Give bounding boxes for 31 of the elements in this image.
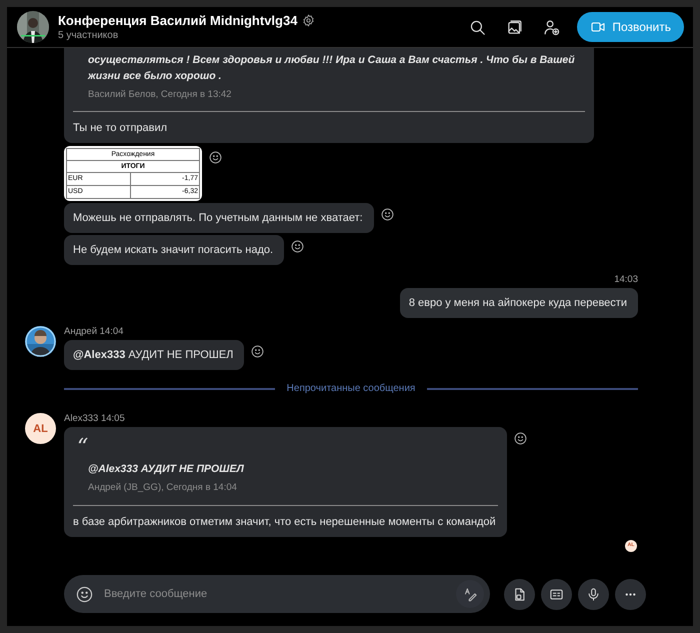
smiley-icon[interactable] (514, 432, 527, 446)
quoted-text: @Alex333 АУДИТ НЕ ПРОШЕЛ (87, 462, 245, 478)
message-text: Ты не то отправил (73, 121, 168, 136)
microphone-icon[interactable] (578, 578, 609, 610)
message-text: 8 евро у меня на айпокере куда перевести (408, 296, 628, 310)
call-button[interactable]: Позвонить (577, 12, 684, 42)
sender-and-time: Alex333 14:05 (64, 413, 126, 426)
smiley-icon[interactable] (251, 345, 264, 358)
message-text: @Alex333 АУДИТ НЕ ПРОШЕЛ (73, 348, 234, 362)
quoted-text: осуществляться ! Всем здоровья и любви !!! Ира и Саша а Вам счастья . Что бы в Вашей жизни все было хорошо . (86, 53, 576, 84)
file-icon[interactable] (504, 578, 535, 610)
smiley-icon[interactable] (380, 208, 394, 222)
unread-divider-label: Непрочитанные сообщения (286, 382, 416, 396)
quote-meta: Андрей (JB_GG), Сегодня в 14:04 (87, 481, 238, 496)
smiley-icon[interactable] (209, 151, 222, 164)
message-time: 14:03 (614, 274, 638, 286)
message-text: Не будем искать значит погасить надо. (73, 243, 274, 258)
chat-title: Конференция Василий Midnightvlg34 (58, 12, 298, 28)
sender-and-time: Андрей 14:04 (64, 326, 124, 338)
quote-mark: “ (76, 439, 90, 456)
participants-count: 5 участников (58, 28, 120, 42)
message-field[interactable]: Введите сообщение (64, 575, 490, 613)
contact-card-icon[interactable] (541, 578, 572, 610)
user-avatar: AL (25, 413, 56, 444)
message-input[interactable]: Введите сообщение (104, 586, 456, 602)
quote-meta: Василий Белов, Сегодня в 13:42 (87, 88, 232, 102)
pen-icon[interactable] (456, 580, 484, 608)
smiley-icon[interactable] (291, 240, 304, 254)
settings-icon[interactable] (302, 14, 316, 27)
message-text: в базе арбитражников отметим значит, что есть нерешенные моменты с командой (73, 514, 497, 528)
message-text: Можешь не отправлять. По учетным данным не хватает: (73, 211, 364, 226)
